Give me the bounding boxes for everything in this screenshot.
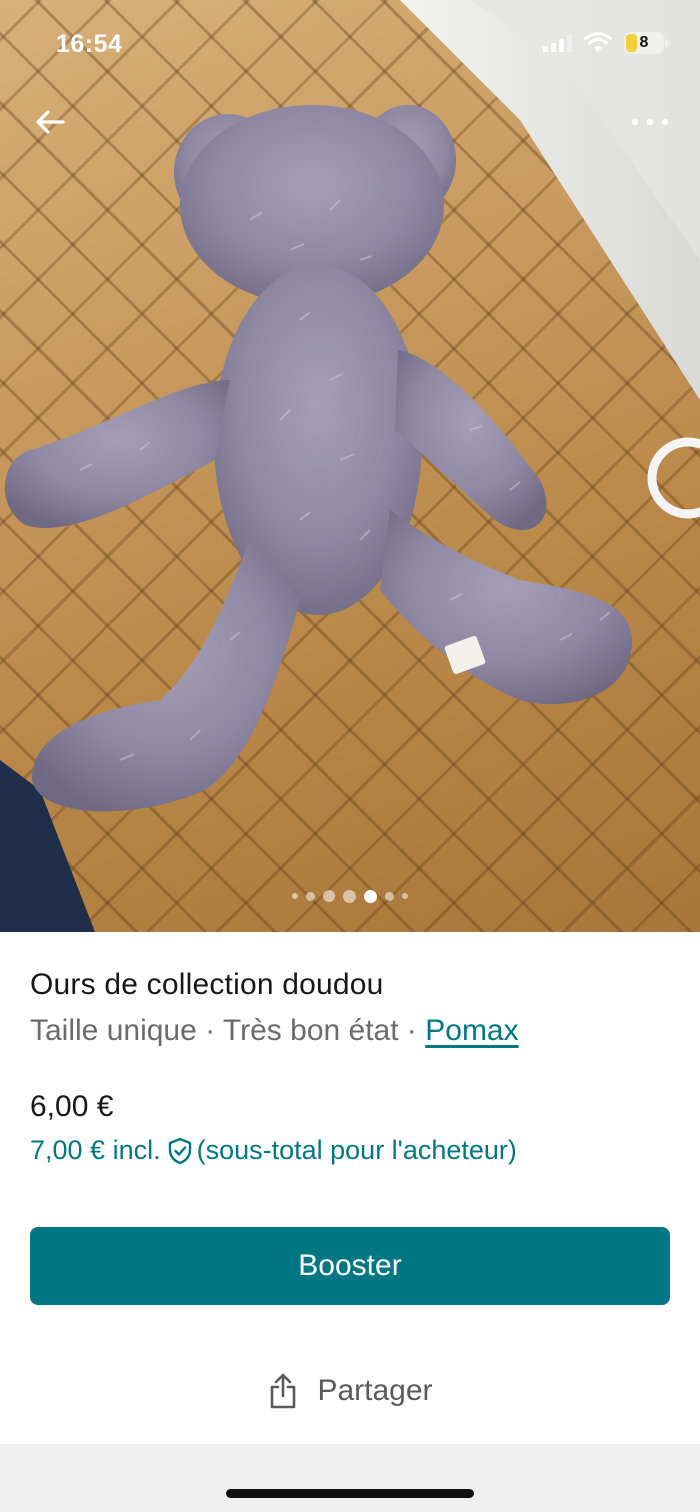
share-icon — [271, 1373, 296, 1409]
buyer-price-value: 7,00 € incl. — [30, 1135, 161, 1165]
item-photo[interactable]: 16:54 8 — [0, 0, 700, 932]
more-options-icon — [631, 118, 669, 126]
meta-separator: · — [398, 1014, 426, 1047]
buyer-price-note: (sous-total pour l'acheteur) — [196, 1135, 517, 1165]
back-button[interactable] — [26, 100, 74, 144]
share-label: Partager — [317, 1374, 433, 1407]
carousel-dot[interactable] — [323, 890, 335, 902]
item-size: Taille unique — [30, 1014, 197, 1047]
bottom-band — [0, 1444, 700, 1512]
brand-link[interactable]: Pomax — [425, 1014, 518, 1047]
back-arrow-icon — [36, 110, 65, 134]
item-condition: Très bon état — [222, 1014, 399, 1047]
home-indicator[interactable] — [226, 1489, 474, 1498]
carousel-dot-active[interactable] — [364, 889, 377, 903]
item-price: 6,00 € — [30, 1090, 114, 1123]
share-button[interactable]: Partager — [0, 1356, 700, 1426]
status-time: 16:54 — [56, 30, 123, 58]
item-title: Ours de collection doudou — [30, 968, 384, 1001]
boost-button[interactable]: Booster — [30, 1227, 670, 1305]
item-meta: Taille unique · Très bon état · Pomax — [30, 1014, 519, 1048]
buyer-price[interactable]: 7,00 € incl. (sous-total pour l'acheteur… — [30, 1135, 517, 1166]
carousel-dots[interactable] — [0, 888, 700, 904]
meta-separator: · — [196, 1014, 223, 1047]
carousel-dot[interactable] — [292, 893, 298, 899]
item-details: Ours de collection doudou Taille unique … — [0, 932, 700, 1444]
more-options-button[interactable] — [622, 100, 678, 144]
carousel-dot[interactable] — [343, 889, 356, 903]
battery-icon: 8 — [624, 32, 668, 54]
shield-check-icon — [168, 1137, 191, 1164]
item-detail-screen: 16:54 8 Ours de collection doudou Taille… — [0, 0, 700, 1512]
carousel-dot[interactable] — [385, 891, 394, 901]
wifi-icon — [584, 32, 612, 52]
teddy-bear-photo — [0, 0, 700, 932]
carousel-dot[interactable] — [402, 893, 408, 899]
status-bar: 16:54 8 — [0, 0, 700, 90]
signal-icon — [543, 34, 572, 52]
battery-level: 8 — [639, 34, 649, 51]
status-icons: 8 — [543, 32, 668, 54]
carousel-dot[interactable] — [306, 891, 315, 901]
